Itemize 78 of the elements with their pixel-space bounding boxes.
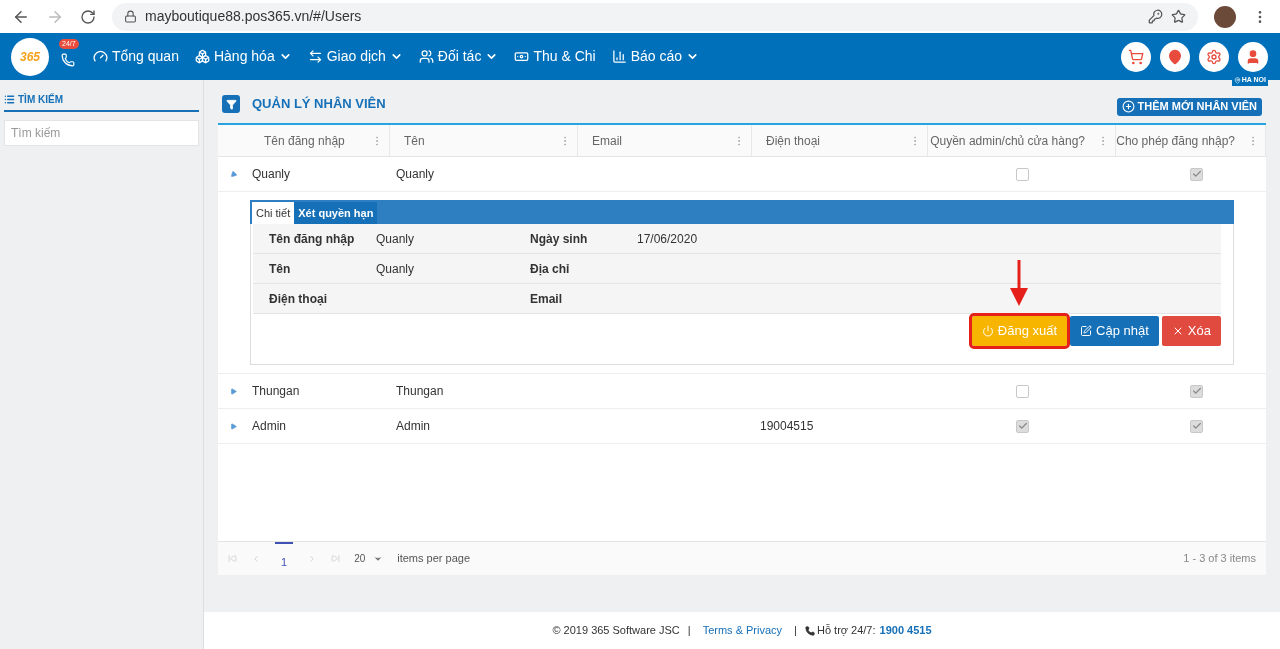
dashboard-icon xyxy=(93,49,108,64)
list-icon xyxy=(4,94,15,105)
profile-avatar[interactable] xyxy=(1214,5,1236,28)
transactions-icon xyxy=(307,49,323,64)
terms-link[interactable]: Terms & Privacy xyxy=(702,622,783,639)
user-button[interactable] xyxy=(1238,41,1268,72)
page-title: QUẢN LÝ NHÂN VIÊN xyxy=(252,95,386,114)
support-phone: 1900 4515 xyxy=(879,623,932,639)
field-value: Quanly xyxy=(376,230,416,248)
add-employee-button[interactable]: THÊM MỚI NHÂN VIÊN xyxy=(1116,97,1262,116)
plus-icon xyxy=(1121,100,1135,113)
separator: | xyxy=(687,623,691,639)
field-label: Tên đăng nhập xyxy=(269,230,356,248)
field-label: Điện thoại xyxy=(269,290,328,308)
cart-button[interactable] xyxy=(1121,41,1151,72)
map-pin-icon xyxy=(1167,48,1183,65)
page-size-select[interactable]: 20 xyxy=(354,551,384,566)
user-icon xyxy=(1245,48,1261,65)
detail-tab[interactable]: Xét quyền hạn xyxy=(294,202,378,224)
nav-menu-item[interactable]: Báo cáo xyxy=(603,46,708,67)
field-label: Địa chỉ xyxy=(530,260,571,278)
goods-icon xyxy=(194,49,210,64)
annotation-arrow xyxy=(1009,260,1030,308)
star-icon[interactable] xyxy=(1171,9,1186,24)
sidebar-title: TÌM KIẾM xyxy=(18,92,63,107)
nav-menu-item[interactable]: Thu & Chi xyxy=(506,46,604,67)
edit-icon xyxy=(1080,325,1093,337)
nav-menu-item[interactable]: Hàng hóa xyxy=(186,46,300,67)
address-bar[interactable]: mayboutique88.pos365.vn/#/Users xyxy=(112,2,1198,31)
reports-icon xyxy=(611,49,627,64)
column-header[interactable]: Điện thoại xyxy=(752,125,928,156)
expand-toggle-icon[interactable] xyxy=(228,169,239,179)
support-label: Hỗ trợ 24/7: xyxy=(816,623,876,639)
field-value: 17/06/2020 xyxy=(637,230,699,248)
column-header[interactable]: Cho phép đăng nhập? xyxy=(1116,125,1266,156)
gear-icon xyxy=(1206,48,1222,65)
column-header[interactable]: Tên xyxy=(390,125,578,156)
expand-toggle-icon[interactable] xyxy=(230,387,237,395)
expand-toggle-icon[interactable] xyxy=(230,422,237,430)
detail-tab[interactable]: Chi tiết xyxy=(252,202,295,224)
field-label: Tên xyxy=(269,260,292,278)
table-cell-text: Thungan xyxy=(395,383,445,400)
table-cell-text: 19004515 xyxy=(759,418,815,435)
update-button[interactable]: Cập nhật xyxy=(1070,316,1159,346)
location-button[interactable] xyxy=(1160,41,1190,72)
nav-menu-item[interactable]: Giao dịch xyxy=(299,46,411,67)
url-text: mayboutique88.pos365.vn/#/Users xyxy=(145,7,362,26)
field-value: Quanly xyxy=(376,260,416,278)
reload-icon[interactable] xyxy=(80,8,96,25)
partners-icon xyxy=(418,49,434,64)
phone-icon xyxy=(804,625,815,636)
nav-menu-item[interactable]: Tổng quan xyxy=(85,46,187,67)
copyright-text: © 2019 365 Software JSC xyxy=(552,623,680,639)
field-label: Ngày sinh xyxy=(530,230,589,248)
lock-icon xyxy=(124,10,137,23)
column-header[interactable]: Quyền admin/chủ cửa hàng? xyxy=(928,125,1116,156)
table-cell-text: Quanly xyxy=(395,166,436,183)
phone-icon[interactable] xyxy=(61,52,75,67)
column-header[interactable]: Email xyxy=(578,125,752,156)
table-cell-text: Thungan xyxy=(251,383,301,400)
page-number[interactable]: 1 xyxy=(275,541,294,576)
cart-icon xyxy=(1128,48,1144,65)
delete-button[interactable]: Xóa xyxy=(1161,316,1221,346)
filter-button[interactable] xyxy=(222,95,240,113)
table-cell-text: Admin xyxy=(395,418,431,435)
column-header[interactable]: Tên đăng nhập xyxy=(250,125,390,156)
settings-button[interactable] xyxy=(1199,41,1229,72)
pager-summary: 1 - 3 of 3 items xyxy=(1183,551,1256,567)
money-icon xyxy=(514,49,530,64)
search-field[interactable]: Tìm kiếm xyxy=(4,120,199,146)
separator: | xyxy=(794,623,797,639)
table-cell-text: Admin xyxy=(251,418,287,435)
power-icon xyxy=(981,325,994,337)
nav-menu-item[interactable]: Đối tác xyxy=(410,46,507,67)
table-cell-text: Quanly xyxy=(251,166,292,183)
page-size-label: items per page xyxy=(397,551,470,567)
field-label: Email xyxy=(530,290,563,308)
key-icon[interactable] xyxy=(1148,9,1163,24)
